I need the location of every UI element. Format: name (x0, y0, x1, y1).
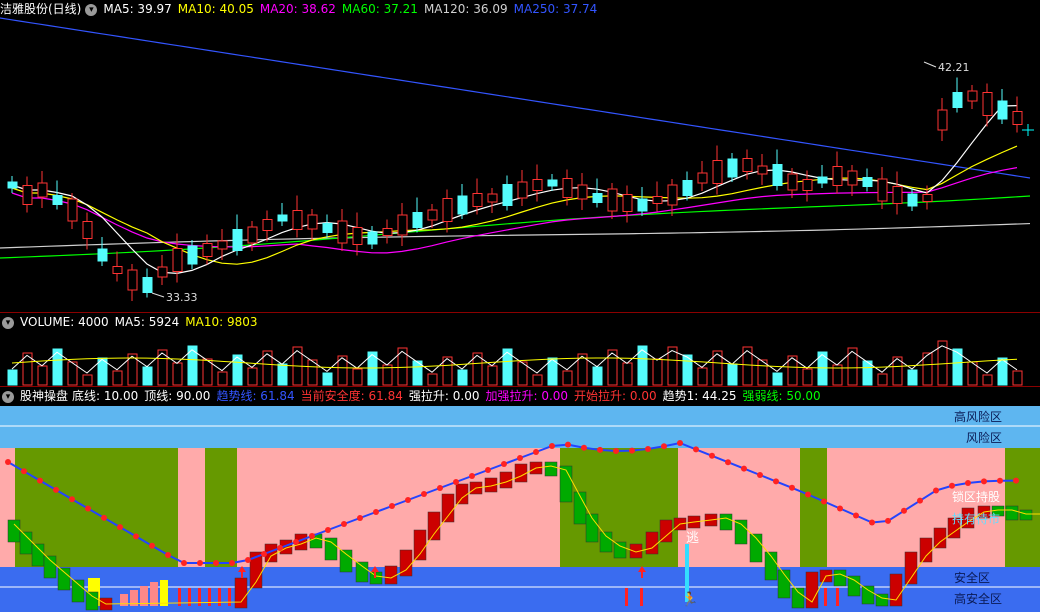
price-chart[interactable]: 42.21 33.33 (0, 0, 1040, 312)
legend-item: MA10: 9803 (185, 315, 258, 329)
volume-legend: ▾ VOLUME: 4000 MA5: 5924 MA10: 9803 (0, 313, 269, 331)
legend-item: 开始拉升: 0.00 (574, 389, 657, 403)
indicator-legend-items: 底线: 10.00 顶线: 90.00 趋势线: 61.84 当前安全度: 61.84… (72, 389, 827, 403)
legend-item: MA250: 37.74 (513, 2, 598, 16)
legend-item: MA20: 38.62 (259, 2, 336, 16)
hold-annotation: 锁区持股 (951, 490, 1000, 504)
ma120-line (0, 222, 1031, 249)
legend-item: MA60: 37.21 (341, 2, 418, 16)
legend-item: MA10: 40.05 (177, 2, 254, 16)
volume-legend-items: VOLUME: 4000 MA5: 5924 MA10: 9803 (20, 315, 263, 329)
high-marker: 42.21 (923, 61, 970, 74)
legend-item: 趋势线: 61.84 (216, 389, 295, 403)
legend-item: 顶线: 90.00 (144, 389, 211, 403)
indicator-legend: ▾ 股神操盘 底线: 10.00 顶线: 90.00 趋势线: 61.84 当前安全度: … (0, 387, 833, 405)
ma-legend-items: MA5: 39.97 MA10: 40.05 MA20: 38.62 MA60: 37… (103, 2, 603, 16)
stock-title: 洁雅股份(日线) (0, 2, 82, 16)
indicator-name: 股神操盘 (20, 389, 69, 403)
indicator-chart[interactable]: 逃 🏃 (0, 406, 1040, 612)
crosshair-icon[interactable] (1022, 124, 1034, 136)
low-marker: 33.33 (151, 291, 198, 304)
high-safe-zone-label: 高安全区 (953, 592, 1002, 606)
ma5-line (11, 105, 1018, 275)
chevron-down-icon[interactable]: ▾ (2, 316, 14, 329)
low-price-label: 33.33 (166, 291, 198, 304)
hold2-annotation: 持有待市 (951, 512, 1000, 526)
high-risk-zone-label: 高风险区 (953, 410, 1002, 424)
chevron-down-icon[interactable]: ▾ (85, 3, 98, 16)
price-legend: 洁雅股份(日线) ▾ MA5: 39.97 MA10: 40.05 MA20: 38.6… (0, 0, 609, 18)
legend-item: 强拉升: 0.00 (408, 389, 480, 403)
legend-item: 趋势1: 44.25 (662, 389, 737, 403)
runner-icon: 🏃 (681, 591, 698, 608)
legend-item: MA5: 5924 (114, 315, 180, 329)
legend-item: VOLUME: 4000 (20, 315, 109, 329)
legend-item: 底线: 10.00 (72, 389, 139, 403)
safe-zone-label: 安全区 (953, 571, 990, 585)
legend-item: 加强拉升: 0.00 (485, 389, 569, 403)
legend-item: 强弱线: 50.00 (742, 389, 821, 403)
high-risk-zone (0, 406, 1040, 448)
volume-bars (7, 340, 1023, 386)
ma60-line (0, 195, 1031, 259)
legend-item: MA120: 36.09 (423, 2, 508, 16)
legend-item: 当前安全度: 61.84 (300, 389, 403, 403)
risk-zone-label: 风险区 (965, 431, 1002, 445)
high-price-label: 42.21 (938, 61, 970, 74)
ma250-line (0, 17, 1031, 179)
escape-label: 逃 (686, 531, 699, 546)
legend-item: MA5: 39.97 (103, 2, 172, 16)
candlesticks (7, 77, 1023, 301)
chevron-down-icon[interactable]: ▾ (2, 390, 14, 403)
